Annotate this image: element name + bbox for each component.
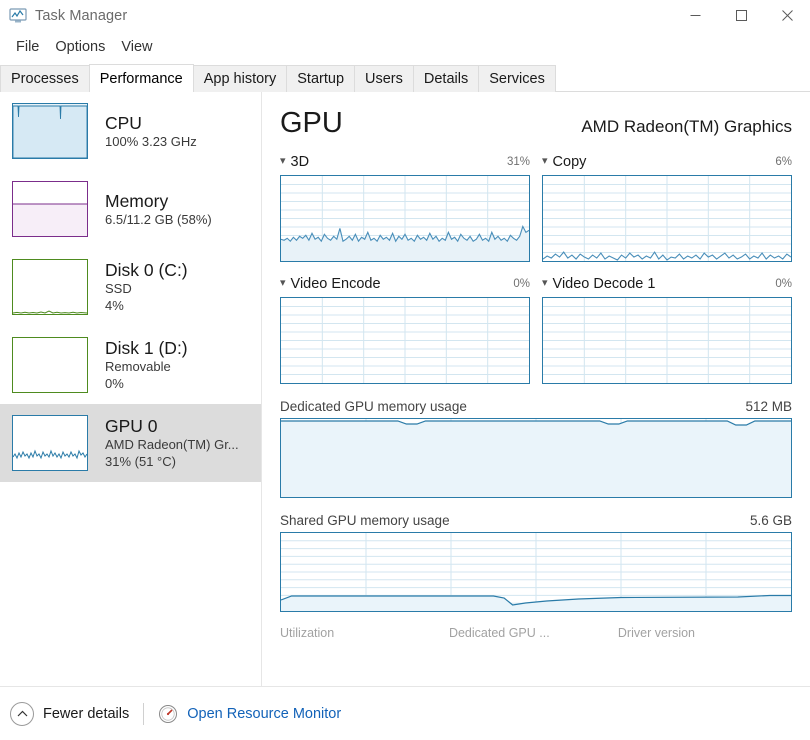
chevron-up-icon (10, 701, 34, 726)
gpu-detail-panel: GPU AMD Radeon(TM) Graphics ▾ 3D 31% ▾ C… (262, 92, 810, 686)
stats-row-clipped: Utilization Dedicated GPU ... Driver ver… (280, 626, 792, 642)
sidebar-item-sub: Removable (105, 359, 171, 374)
dedicated-memory-block: Dedicated GPU memory usage 512 MB (280, 399, 792, 498)
chevron-down-icon[interactable]: ▾ (542, 277, 548, 289)
engine-copy: ▾ Copy 6% (542, 154, 792, 262)
sidebar-item-cpu[interactable]: CPU 100% 3.23 GHz (0, 92, 261, 170)
open-resource-monitor-link[interactable]: Open Resource Monitor (158, 704, 341, 724)
sidebar-item-sub: 6.5/11.2 GB (58%) (105, 211, 212, 227)
tab-app-history[interactable]: App history (192, 65, 288, 92)
sidebar-item-sub2: 31% (51 °C) (105, 454, 176, 469)
engine-video-decode-graph (542, 297, 792, 384)
device-name: AMD Radeon(TM) Graphics (581, 117, 792, 136)
sidebar-item-sub2: 0% (105, 376, 124, 391)
menu-view[interactable]: View (113, 37, 160, 57)
disk0-thumbnail-graph (12, 259, 88, 315)
engine-row-2: ▾ Video Encode 0% ▾ Video Decode 1 0% (280, 276, 792, 384)
shared-memory-graph (280, 532, 792, 612)
menu-options[interactable]: Options (47, 37, 113, 57)
sidebar-item-sub: 100% 3.23 GHz (105, 133, 197, 149)
sidebar-item-gpu-0[interactable]: GPU 0 AMD Radeon(TM) Gr... 31% (51 °C) (0, 404, 261, 482)
engine-label: Video Decode 1 (552, 276, 656, 292)
engine-video-encode: ▾ Video Encode 0% (280, 276, 530, 384)
sidebar-item-disk-0[interactable]: Disk 0 (C:) SSD 4% (0, 248, 261, 326)
dedicated-memory-value: 512 MB (745, 399, 792, 414)
stat-driver-version: Driver version (617, 626, 696, 640)
open-resource-monitor-label: Open Resource Monitor (187, 705, 342, 722)
engine-label: Copy (552, 154, 587, 170)
maximize-button[interactable] (718, 0, 764, 30)
cpu-thumbnail-graph (12, 103, 88, 159)
engine-value: 0% (513, 277, 530, 290)
sidebar-item-title: Disk 1 (D:) (105, 338, 188, 358)
disk1-thumbnail-graph (12, 337, 88, 393)
panel-header: GPU AMD Radeon(TM) Graphics (280, 106, 792, 140)
shared-memory-block: Shared GPU memory usage 5.6 GB (280, 513, 792, 612)
stat-utilization: Utilization (280, 626, 335, 640)
task-manager-icon (9, 8, 27, 23)
tab-performance[interactable]: Performance (88, 64, 194, 92)
gpu0-thumbnail-graph (12, 415, 88, 471)
engine-value: 0% (775, 277, 792, 290)
sidebar-item-disk-1[interactable]: Disk 1 (D:) Removable 0% (0, 326, 261, 404)
page-title: GPU (280, 107, 343, 139)
window-title: Task Manager (35, 8, 128, 24)
tab-services[interactable]: Services (478, 65, 556, 92)
tab-users[interactable]: Users (354, 65, 414, 92)
minimize-button[interactable] (672, 0, 718, 30)
chevron-down-icon[interactable]: ▾ (542, 155, 548, 167)
menu-bar: File Options View (0, 34, 810, 60)
chevron-down-icon[interactable]: ▾ (280, 155, 286, 167)
sidebar-item-title: GPU 0 (105, 416, 158, 436)
shared-memory-value: 5.6 GB (749, 513, 792, 528)
title-bar: Task Manager (0, 0, 810, 32)
dedicated-memory-graph (280, 418, 792, 498)
content-area: CPU 100% 3.23 GHz Memory 6.5/11.2 GB (58… (0, 92, 810, 686)
window-controls (672, 0, 810, 30)
resource-monitor-icon (159, 704, 178, 723)
engine-value: 31% (506, 155, 530, 168)
chevron-down-icon[interactable]: ▾ (280, 277, 286, 289)
fewer-details-label: Fewer details (43, 705, 130, 722)
task-manager-window: Task Manager File Options View Processes… (0, 0, 810, 740)
sidebar-item-title: Disk 0 (C:) (105, 260, 188, 280)
footer-divider (143, 702, 145, 725)
stat-dedicated-gpu: Dedicated GPU ... (448, 626, 550, 640)
close-button[interactable] (764, 0, 810, 30)
sidebar-item-sub2: 4% (105, 298, 124, 313)
sidebar-item-title: Memory (105, 190, 169, 211)
engine-value: 6% (775, 155, 792, 168)
sidebar-item-memory[interactable]: Memory 6.5/11.2 GB (58%) (0, 170, 261, 248)
engine-label: 3D (290, 154, 310, 170)
tab-startup[interactable]: Startup (286, 65, 356, 92)
fewer-details-button[interactable]: Fewer details (10, 701, 130, 726)
engine-row-1: ▾ 3D 31% ▾ Copy 6% (280, 154, 792, 262)
sidebar-item-sub: AMD Radeon(TM) Gr... (105, 437, 239, 452)
tab-processes[interactable]: Processes (0, 65, 90, 92)
resource-sidebar: CPU 100% 3.23 GHz Memory 6.5/11.2 GB (58… (0, 92, 262, 686)
memory-thumbnail-graph (12, 181, 88, 237)
tab-details[interactable]: Details (412, 65, 480, 92)
sidebar-item-sub: SSD (105, 281, 132, 296)
menu-file[interactable]: File (8, 37, 47, 57)
sidebar-item-title: CPU (105, 112, 142, 133)
dedicated-memory-label: Dedicated GPU memory usage (280, 399, 467, 414)
engine-video-decode: ▾ Video Decode 1 0% (542, 276, 792, 384)
footer-bar: Fewer details Open Resource Monitor (0, 686, 810, 740)
engine-label: Video Encode (290, 276, 381, 292)
engine-3d: ▾ 3D 31% (280, 154, 530, 262)
engine-video-encode-graph (280, 297, 530, 384)
engine-3d-graph (280, 175, 530, 262)
engine-copy-graph (542, 175, 792, 262)
shared-memory-label: Shared GPU memory usage (280, 513, 450, 528)
tab-strip: Processes Performance App history Startu… (0, 64, 810, 92)
